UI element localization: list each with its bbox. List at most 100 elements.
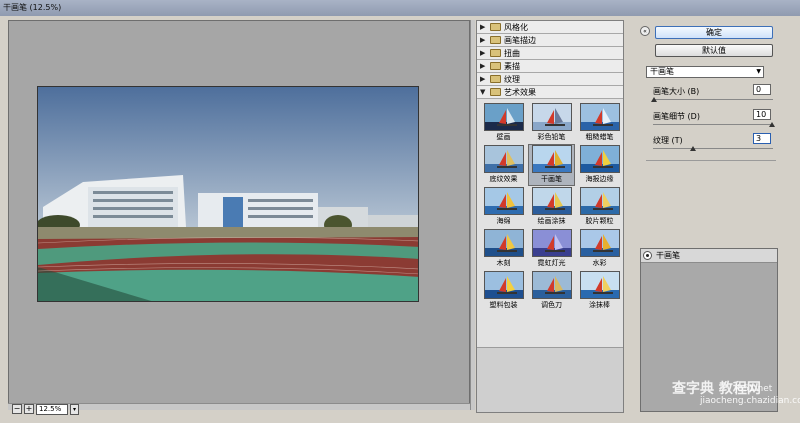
window-titlebar: 干画笔 (12.5%) bbox=[0, 0, 800, 16]
default-button[interactable]: 默认值 bbox=[655, 44, 773, 57]
filter-preview-image bbox=[579, 187, 620, 215]
folder-icon bbox=[490, 23, 501, 31]
effect-layer[interactable]: 干画笔 bbox=[641, 249, 777, 263]
watermark-site: jb51.net bbox=[735, 384, 773, 394]
filter-thumbnail[interactable]: 底纹效果 bbox=[481, 145, 526, 185]
expand-arrow-icon: ▶ bbox=[480, 62, 486, 70]
gallery-empty-area bbox=[477, 347, 623, 412]
filter-thumbnail-label: 海绵 bbox=[496, 217, 511, 225]
collapse-arrow-icon: ▼ bbox=[480, 88, 486, 96]
slider-track bbox=[653, 124, 773, 125]
filter-preview-image bbox=[579, 229, 620, 257]
collapse-gallery-button[interactable]: « bbox=[640, 26, 650, 36]
filter-thumbnail-label: 霓虹灯光 bbox=[537, 259, 566, 267]
filter-preview-image bbox=[483, 271, 524, 299]
category-label: 画笔描边 bbox=[504, 35, 536, 45]
filter-thumbnail[interactable]: 绘画涂抹 bbox=[529, 187, 574, 227]
category-label: 素描 bbox=[504, 61, 520, 71]
filter-thumbnail-label: 木刻 bbox=[496, 259, 511, 267]
filter-gallery: ▶ 风格化 ▶ 画笔描边 ▶ 扭曲 ▶ 素描 ▶ 纹理 ▼ 艺术效果 壁画 彩色铅… bbox=[476, 20, 624, 413]
expand-arrow-icon: ▶ bbox=[480, 75, 486, 83]
expand-arrow-icon: ▶ bbox=[480, 23, 486, 31]
eye-icon[interactable] bbox=[643, 251, 652, 260]
category-distort[interactable]: ▶ 扭曲 bbox=[477, 47, 623, 60]
category-brush-strokes[interactable]: ▶ 画笔描边 bbox=[477, 34, 623, 47]
brush-detail-label: 画笔细节 (D) bbox=[653, 112, 700, 121]
brush-size-label: 画笔大小 (B) bbox=[653, 87, 700, 96]
filter-thumbnail[interactable]: 调色刀 bbox=[529, 271, 574, 311]
filter-thumbnail-label: 调色刀 bbox=[541, 301, 562, 309]
slider-knob[interactable] bbox=[651, 97, 657, 102]
zoom-out-button[interactable]: − bbox=[12, 404, 22, 414]
zoom-menu-button[interactable]: ▾ bbox=[70, 403, 79, 415]
filter-thumbnail-label: 底纹效果 bbox=[489, 175, 518, 183]
filter-preview-image bbox=[579, 145, 620, 173]
zoom-level-field[interactable]: 12.5% bbox=[36, 403, 68, 415]
zoom-in-button[interactable]: + bbox=[24, 404, 34, 414]
campus-photo bbox=[38, 87, 418, 301]
filter-select-value: 干画笔 bbox=[650, 67, 674, 76]
brush-size-slider[interactable] bbox=[651, 97, 773, 103]
brush-detail-field[interactable]: 10 bbox=[753, 109, 771, 120]
window-title: 干画笔 (12.5%) bbox=[3, 3, 62, 12]
preview-image bbox=[37, 86, 419, 302]
texture-field[interactable]: 3 bbox=[753, 133, 771, 144]
settings-divider bbox=[646, 160, 776, 161]
filter-thumbnail[interactable]: 木刻 bbox=[481, 229, 526, 269]
preview-vertical-scrollbar[interactable] bbox=[470, 20, 475, 410]
slider-track bbox=[653, 148, 773, 149]
expand-arrow-icon: ▶ bbox=[480, 36, 486, 44]
filter-thumbnail[interactable]: 粗糙蜡笔 bbox=[577, 103, 622, 143]
filter-preview-image bbox=[579, 271, 620, 299]
filter-preview-image bbox=[483, 187, 524, 215]
filter-thumbnail-label: 彩色铅笔 bbox=[537, 133, 566, 141]
filter-thumbnail-label: 粗糙蜡笔 bbox=[585, 133, 614, 141]
filter-preview-image bbox=[483, 229, 524, 257]
filter-thumbnail[interactable]: 彩色铅笔 bbox=[529, 103, 574, 143]
filter-thumbnail-label: 涂抹棒 bbox=[589, 301, 610, 309]
filter-preview-image bbox=[483, 103, 524, 131]
filter-thumbnail[interactable]: 涂抹棒 bbox=[577, 271, 622, 311]
filter-thumbnail-label: 塑料包装 bbox=[489, 301, 518, 309]
slider-knob[interactable] bbox=[769, 122, 775, 127]
filter-thumbnail-label: 干画笔 bbox=[541, 175, 562, 183]
zoom-control: − + 12.5% ▾ bbox=[12, 403, 79, 415]
filter-thumbnail-label: 水彩 bbox=[592, 259, 607, 267]
filter-thumbnail[interactable]: 胶片颗粒 bbox=[577, 187, 622, 227]
filter-thumbnail[interactable]: 海报边缘 bbox=[577, 145, 622, 185]
filter-thumbnail[interactable]: 干画笔 bbox=[528, 144, 575, 186]
filter-thumbnail[interactable]: 霓虹灯光 bbox=[529, 229, 574, 269]
filter-thumbnail-label: 胶片颗粒 bbox=[585, 217, 614, 225]
ok-button[interactable]: 确定 bbox=[655, 26, 773, 39]
slider-knob[interactable] bbox=[689, 146, 696, 151]
filter-preview-image bbox=[579, 103, 620, 131]
filter-thumbnail[interactable]: 海绵 bbox=[481, 187, 526, 227]
filter-thumbnail[interactable]: 壁画 bbox=[481, 103, 526, 143]
texture-label: 纹理 (T) bbox=[653, 136, 683, 145]
open-folder-icon bbox=[490, 88, 501, 96]
dropdown-arrow-icon: ▼ bbox=[756, 68, 761, 75]
filter-preview-image bbox=[531, 187, 572, 215]
filter-preview-image bbox=[483, 145, 524, 173]
category-artistic[interactable]: ▼ 艺术效果 bbox=[477, 86, 623, 99]
filter-preview-image bbox=[531, 271, 572, 299]
filter-thumbnail-label: 海报边缘 bbox=[585, 175, 614, 183]
artistic-filter-thumbnails: 壁画 彩色铅笔 粗糙蜡笔底纹效果 干画笔 海报边缘海绵 绘画涂抹 胶片颗粒木刻 霓虹灯光 水彩塑… bbox=[477, 99, 623, 311]
folder-icon bbox=[490, 75, 501, 83]
folder-icon bbox=[490, 49, 501, 57]
category-stylize[interactable]: ▶ 风格化 bbox=[477, 21, 623, 34]
brush-detail-slider[interactable] bbox=[653, 122, 775, 128]
category-label: 艺术效果 bbox=[504, 87, 536, 97]
brush-size-field[interactable]: 0 bbox=[753, 84, 771, 95]
category-label: 风格化 bbox=[504, 22, 528, 32]
watermark-url: jiaocheng.chazidian.com bbox=[700, 396, 800, 406]
texture-slider[interactable] bbox=[653, 146, 773, 152]
filter-select[interactable]: 干画笔 ▼ bbox=[646, 66, 764, 78]
filter-thumbnail[interactable]: 塑料包装 bbox=[481, 271, 526, 311]
folder-icon bbox=[490, 62, 501, 70]
filter-thumbnail[interactable]: 水彩 bbox=[577, 229, 622, 269]
slider-track bbox=[653, 99, 773, 100]
category-sketch[interactable]: ▶ 素描 bbox=[477, 60, 623, 73]
filter-preview-image bbox=[531, 229, 572, 257]
category-texture[interactable]: ▶ 纹理 bbox=[477, 73, 623, 86]
